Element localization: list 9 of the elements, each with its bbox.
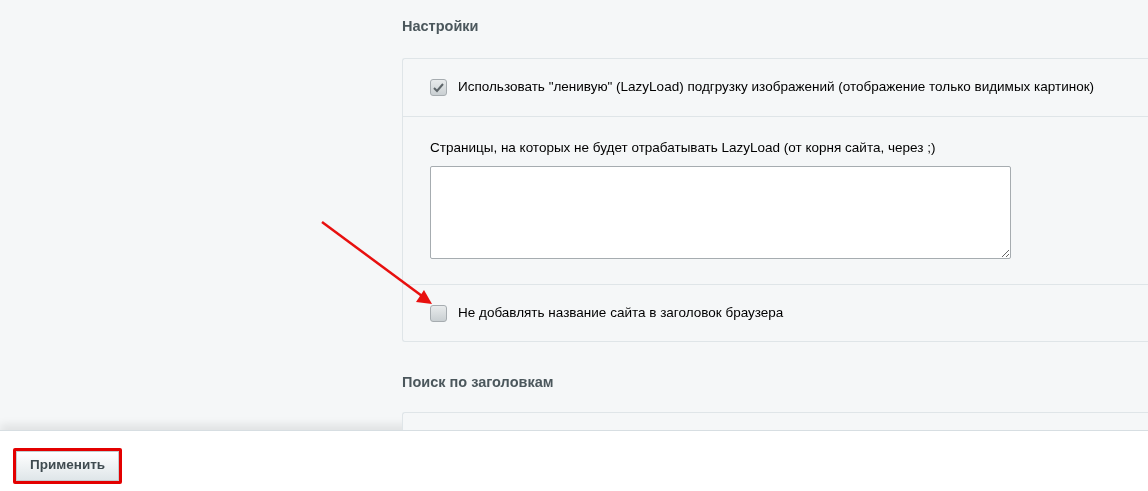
field-label: Страницы, на которых не будет отрабатывать LazyLoad (от корня сайта, через ;) [430, 139, 937, 157]
section-title: Настройки [402, 17, 480, 36]
text-area[interactable] [430, 166, 1011, 260]
checkbox[interactable] [430, 304, 447, 322]
checkbox-label: Не добавлять название сайта в заголовок браузера [458, 304, 784, 323]
apply-button[interactable]: Применить [16, 451, 120, 482]
checkbox[interactable] [430, 79, 447, 96]
section-title: Поиск по заголовкам [402, 373, 555, 393]
checkbox-label: Использовать "ленивую" (LazyLoad) подгрузку изображений (отображение только видимых картинок) [458, 78, 1095, 97]
